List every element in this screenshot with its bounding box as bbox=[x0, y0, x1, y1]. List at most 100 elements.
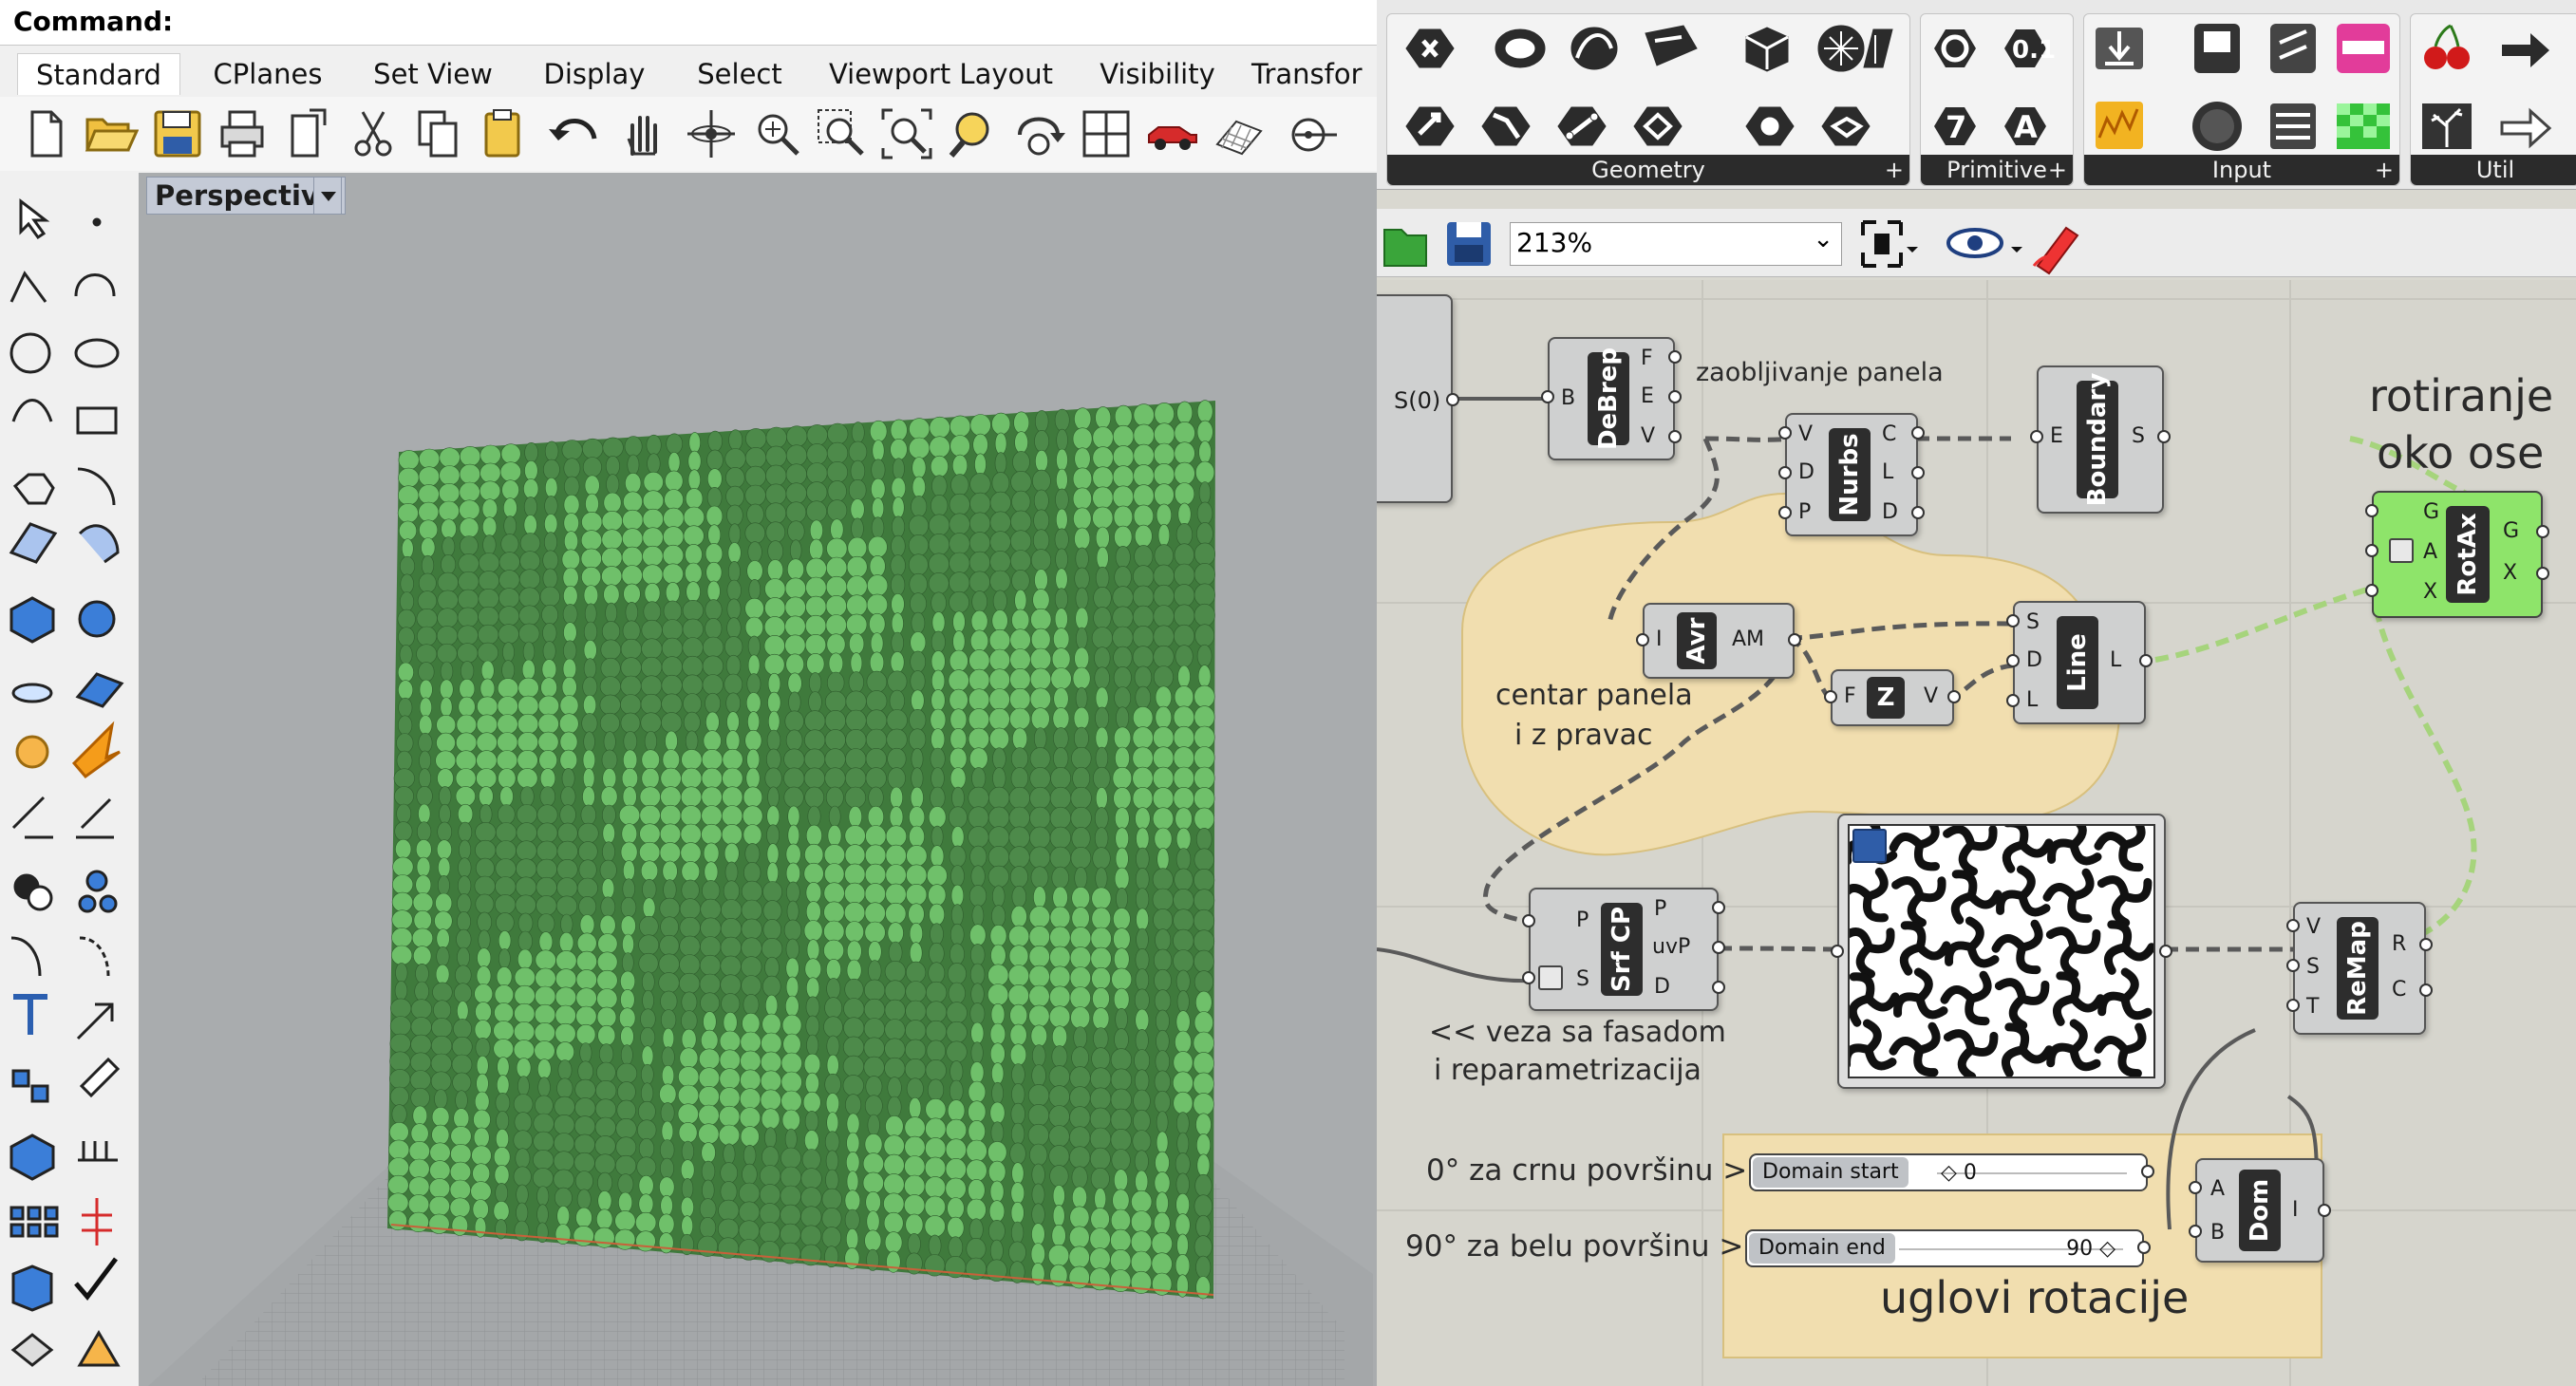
grip[interactable] bbox=[2318, 1204, 2331, 1217]
array-icon[interactable] bbox=[8, 1061, 59, 1113]
gear-icon[interactable] bbox=[8, 729, 59, 780]
gradient-icon[interactable] bbox=[2335, 20, 2392, 77]
save-icon[interactable] bbox=[1852, 829, 1887, 863]
four-viewports-icon[interactable] bbox=[1079, 106, 1134, 161]
point-tool-icon[interactable] bbox=[72, 196, 123, 247]
curve-icon[interactable] bbox=[1476, 98, 1533, 155]
tab-standard[interactable]: Standard bbox=[17, 53, 180, 95]
edit-icon[interactable] bbox=[72, 1061, 123, 1113]
rotate-icon[interactable] bbox=[1012, 106, 1067, 161]
grip[interactable] bbox=[1911, 466, 1925, 479]
tab-display[interactable]: Display bbox=[520, 53, 668, 95]
grip[interactable] bbox=[2006, 694, 2020, 707]
reparameterize-icon[interactable] bbox=[1538, 965, 1563, 990]
grip[interactable] bbox=[2006, 614, 2020, 627]
tab-visibility[interactable]: Visibility bbox=[1077, 53, 1238, 95]
undo-icon[interactable] bbox=[547, 106, 602, 161]
grip[interactable] bbox=[2286, 999, 2300, 1012]
explode-icon[interactable] bbox=[72, 729, 123, 780]
component-image-sampler[interactable] bbox=[1831, 814, 2172, 1089]
grip[interactable] bbox=[1541, 390, 1554, 403]
component-average[interactable]: Avr I AM bbox=[1636, 603, 1801, 679]
grip[interactable] bbox=[2141, 1165, 2154, 1178]
value-list-icon[interactable] bbox=[2265, 98, 2322, 155]
grip[interactable] bbox=[1668, 390, 1682, 403]
slider-value[interactable]: 90 ◇ bbox=[2066, 1237, 2115, 1261]
grip[interactable] bbox=[1712, 901, 1725, 914]
grip[interactable] bbox=[2157, 430, 2171, 443]
component-remap[interactable]: ReMap V S T R C bbox=[2286, 902, 2433, 1035]
sketch-icon[interactable] bbox=[2032, 216, 2085, 273]
grip[interactable] bbox=[2030, 430, 2043, 443]
split-icon[interactable] bbox=[72, 796, 123, 847]
point-icon[interactable] bbox=[1282, 106, 1337, 161]
perspective-viewport[interactable]: Perspective bbox=[139, 173, 1377, 1386]
component-line[interactable]: Line S D L L bbox=[2006, 601, 2153, 724]
line-icon[interactable] bbox=[1551, 98, 1608, 155]
grip[interactable] bbox=[1446, 393, 1459, 406]
grip[interactable] bbox=[1778, 466, 1792, 479]
grip[interactable] bbox=[2419, 983, 2433, 997]
component-surface-closest-point[interactable]: Srf CP P S P uvP D bbox=[1522, 888, 1725, 1011]
graph-mapper-icon[interactable] bbox=[2090, 98, 2147, 155]
grip[interactable] bbox=[2536, 525, 2549, 538]
arrow-right-icon[interactable] bbox=[2496, 20, 2553, 77]
grasshopper-canvas[interactable]: S(0) DeBrep B F E V Nurbs V D P C L D Bo… bbox=[1377, 280, 2576, 1386]
grid-array-icon[interactable] bbox=[8, 1198, 59, 1249]
tree-icon[interactable] bbox=[2416, 98, 2473, 155]
dimension-icon[interactable] bbox=[72, 1132, 123, 1183]
arrow-outline-icon[interactable] bbox=[2496, 98, 2553, 155]
circle-icon[interactable] bbox=[8, 330, 59, 382]
grip[interactable] bbox=[1668, 350, 1682, 364]
import-icon[interactable] bbox=[281, 106, 336, 161]
grip[interactable] bbox=[1668, 430, 1682, 443]
render-icon[interactable] bbox=[8, 1325, 59, 1377]
sphere-icon[interactable] bbox=[1739, 98, 1796, 155]
align-icon[interactable] bbox=[72, 1198, 123, 1249]
expression-icon[interactable] bbox=[2389, 538, 2414, 563]
extrude-icon[interactable] bbox=[72, 530, 123, 581]
rotate-view-icon[interactable] bbox=[684, 106, 739, 161]
sphere-icon[interactable] bbox=[72, 596, 123, 647]
join-icon[interactable] bbox=[72, 864, 123, 915]
cube-icon[interactable] bbox=[1739, 20, 1796, 77]
grip[interactable] bbox=[1778, 426, 1792, 440]
new-icon[interactable] bbox=[19, 106, 74, 161]
boolean-icon[interactable] bbox=[8, 864, 59, 915]
surface-icon[interactable] bbox=[1640, 20, 1697, 77]
save-icon[interactable] bbox=[1443, 218, 1496, 272]
cherry-icon[interactable] bbox=[2416, 20, 2473, 77]
text-icon[interactable] bbox=[8, 991, 59, 1042]
ellipse-icon[interactable] bbox=[1492, 20, 1549, 77]
grip[interactable] bbox=[1911, 426, 1925, 440]
offset-icon[interactable] bbox=[8, 932, 59, 983]
grip[interactable] bbox=[1712, 941, 1725, 954]
zoom-extents-icon[interactable] bbox=[879, 106, 934, 161]
download-icon[interactable] bbox=[2090, 20, 2147, 77]
zoom-window-icon[interactable] bbox=[815, 106, 870, 161]
component-boundary[interactable]: Boundary E S bbox=[2030, 365, 2171, 514]
zoom-selected-icon[interactable] bbox=[946, 106, 1001, 161]
button-icon[interactable] bbox=[2189, 98, 2246, 155]
component-rotax[interactable]: RotAx G A X G X bbox=[2365, 491, 2549, 618]
grip[interactable] bbox=[2419, 938, 2433, 951]
rectangle-icon[interactable] bbox=[72, 397, 123, 448]
solid-box-icon[interactable] bbox=[8, 1132, 59, 1183]
preview-eye-icon[interactable] bbox=[1945, 216, 2005, 273]
surface-param-s0[interactable]: S(0) bbox=[1377, 294, 1459, 503]
tab-transform[interactable]: Transfor bbox=[1251, 53, 1377, 95]
grip[interactable] bbox=[2159, 945, 2172, 958]
grip[interactable] bbox=[2365, 544, 2379, 557]
arc-icon[interactable] bbox=[72, 268, 123, 319]
paste-icon[interactable] bbox=[475, 106, 530, 161]
number-seven-icon[interactable] bbox=[1927, 98, 1984, 155]
component-nurbs[interactable]: Nurbs V D P C L D bbox=[1778, 413, 1925, 536]
toggle-icon[interactable] bbox=[2189, 20, 2246, 77]
material-icon[interactable] bbox=[8, 1264, 59, 1316]
open-folder-icon[interactable] bbox=[1382, 218, 1436, 272]
hexagon-icon[interactable] bbox=[1397, 20, 1454, 77]
zoom-dropdown[interactable]: 213% ⌄ bbox=[1510, 222, 1842, 266]
viewport-menu-chevron-down-icon[interactable] bbox=[313, 177, 342, 215]
binary-icon[interactable] bbox=[1997, 20, 2054, 77]
tab-set-view[interactable]: Set View bbox=[353, 53, 513, 95]
